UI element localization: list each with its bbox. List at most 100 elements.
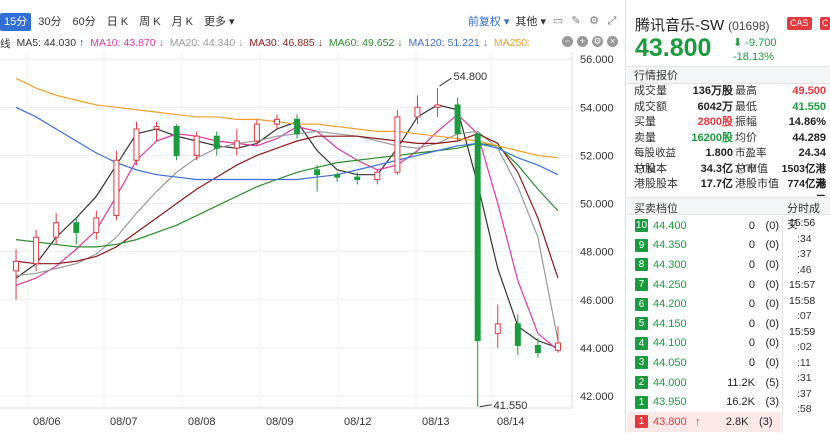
level-badge: 3 [635,356,648,370]
change-pct: -18.13% [733,51,774,63]
book-row[interactable]: 2 44.000 11.2K (5) [627,373,781,393]
chart-tools: 前复权 ▾ 其他 ▾ ▭ ✎ ⚙ ⤢ [468,13,618,29]
period-toolbar: 分时 15分 30分 60分 日 K 周 K 月 K 更多 ▾ 前复权 ▾ 其他… [0,12,626,32]
ma-prefix: 线 [0,37,11,50]
stat-value: 1.800 [705,147,733,159]
last-price: 43.800 [635,34,712,62]
ma-settings-icon[interactable]: ⚙ [592,36,603,47]
candle-body [394,116,401,173]
book-row[interactable]: 7 44.250 0 (0) [627,275,781,295]
ma30-arrow: ↓ [317,37,323,49]
book-volume: 0 [748,298,755,311]
zoom-in-icon[interactable]: + [577,36,588,47]
stat-row: 买量 2800股 振幅 14.86% [634,115,830,131]
book-count: (0) [765,278,779,291]
x-tick-label: 08/09 [266,416,294,428]
stat-value: 34.3亿 [700,162,733,175]
more-label: 更多 [203,16,226,28]
x-tick-label: 08/08 [188,416,216,428]
tick-time: :37 [797,248,812,260]
stat-row: 成交额 6042万 最低 41.550 [634,100,830,116]
book-price: 44.250 [653,278,687,291]
stat-row: 总股本 34.3亿 总市值 1503亿港元 [634,162,830,191]
ma120-label: MA120: 51.221 ↓ [408,37,487,49]
book-row[interactable]: 3 44.050 0 (0) [627,353,781,373]
stat-row: 成交量 136万股 最高 49.500 [634,84,830,100]
ma-controls: − + ⚙ × [562,36,618,47]
candle-body [514,323,521,346]
stat-label: 均价 [735,131,757,144]
tick-time: :31 [797,372,812,384]
stat-label: 港股股本 [634,178,678,190]
book-row[interactable]: 1 43.950 16.2K (3) [627,392,781,412]
draw-tool-icon[interactable]: ▭ [552,15,564,27]
pen-icon[interactable]: ✎ [570,15,582,27]
tab-day[interactable]: 日 K [103,13,132,31]
tick-time: :02 [797,341,812,353]
stat-label: 卖量 [634,131,656,144]
kline-chart[interactable]: 56.000 54.000 52.000 50.000 48.000 46.000 44.0… [0,52,626,433]
book-row[interactable]: 8 44.300 0 (0) [627,255,781,275]
y-tick-label: 48.000 [580,247,614,259]
fullscreen-icon[interactable]: ⤢ [606,15,618,27]
extra-badge: C [820,17,830,30]
book-price: 44.400 [653,219,687,232]
tab-60min[interactable]: 60分 [69,13,100,31]
y-tick-label: 44.000 [580,343,614,355]
candle-body [454,104,461,135]
tick-list[interactable]: 15:56:34:37:46 15:57 15:58:07 15:59:02:11:3… [782,216,830,433]
stat-value: 6042万 [697,100,733,113]
candle-body [33,236,40,265]
stat-value: 2800股 [697,116,733,128]
tick-time: :07 [797,310,812,322]
candle-body [133,128,140,161]
stat-label: 港股市值 [735,178,779,190]
chevron-down-icon: ▾ [229,16,235,28]
low-label: 41.550 [494,400,528,412]
stat-label: 总市值 [735,162,768,175]
candle-body [113,159,120,217]
candle-body [273,118,280,125]
book-price: 43.950 [653,396,687,409]
level-badge: 1 [635,395,648,409]
adjust-label: 前复权 [467,16,501,28]
book-row[interactable]: 10 44.400 0 (0) [627,216,781,236]
other-label: 其他 [515,16,538,28]
book-price: 44.100 [653,337,687,350]
stock-name: 腾讯音乐-SW (01698) [635,14,770,35]
settings-icon[interactable]: ⚙ [588,15,600,27]
candle-body [474,133,481,342]
stat-label: 成交量 [634,85,667,97]
tick-time: 15:57 [789,279,816,291]
book-count: (0) [765,356,779,369]
adjust-dropdown[interactable]: 前复权 ▾ [468,13,510,29]
book-row[interactable]: 5 44.150 0 (0) [627,314,781,334]
ma-close-icon[interactable]: × [607,36,618,47]
book-count: (0) [765,219,779,232]
tick-time: :58 [797,403,812,415]
tab-more[interactable]: 更多 ▾ [200,13,239,31]
tab-30min[interactable]: 30分 [34,13,65,31]
order-book: 10 44.400 0 (0) 9 44.350 0 (0) 8 44.300 0 (0) 7 44.25… [627,216,781,432]
stat-value: 41.550 [792,100,826,113]
other-dropdown[interactable]: 其他 ▾ [515,13,546,29]
tab-month[interactable]: 月 K [168,13,197,31]
book-price: 44.000 [653,376,687,389]
tick-time: 15:58 [789,294,816,307]
book-row[interactable]: 6 44.200 0 (0) [627,294,781,314]
book-row[interactable]: 9 44.350 0 (0) [627,236,781,256]
book-count: (0) [765,317,779,330]
zoom-out-icon[interactable]: − [562,36,573,47]
candle-body [354,176,361,180]
candle-body [314,169,321,176]
tab-week[interactable]: 周 K [135,13,164,31]
book-row[interactable]: 1 43.800 ↑ 2.8K (3) [627,411,781,432]
stat-value: 774亿港元 [787,178,826,206]
book-row[interactable]: 4 44.100 0 (0) [627,334,781,354]
x-tick-label: 08/13 [422,416,450,428]
tab-15min[interactable]: 15分 [0,13,32,31]
x-tick-label: 08/12 [344,416,372,428]
stat-label: 成交额 [634,100,667,113]
tick-time: 15:59 [789,325,816,338]
level-badge: 7 [635,278,648,292]
